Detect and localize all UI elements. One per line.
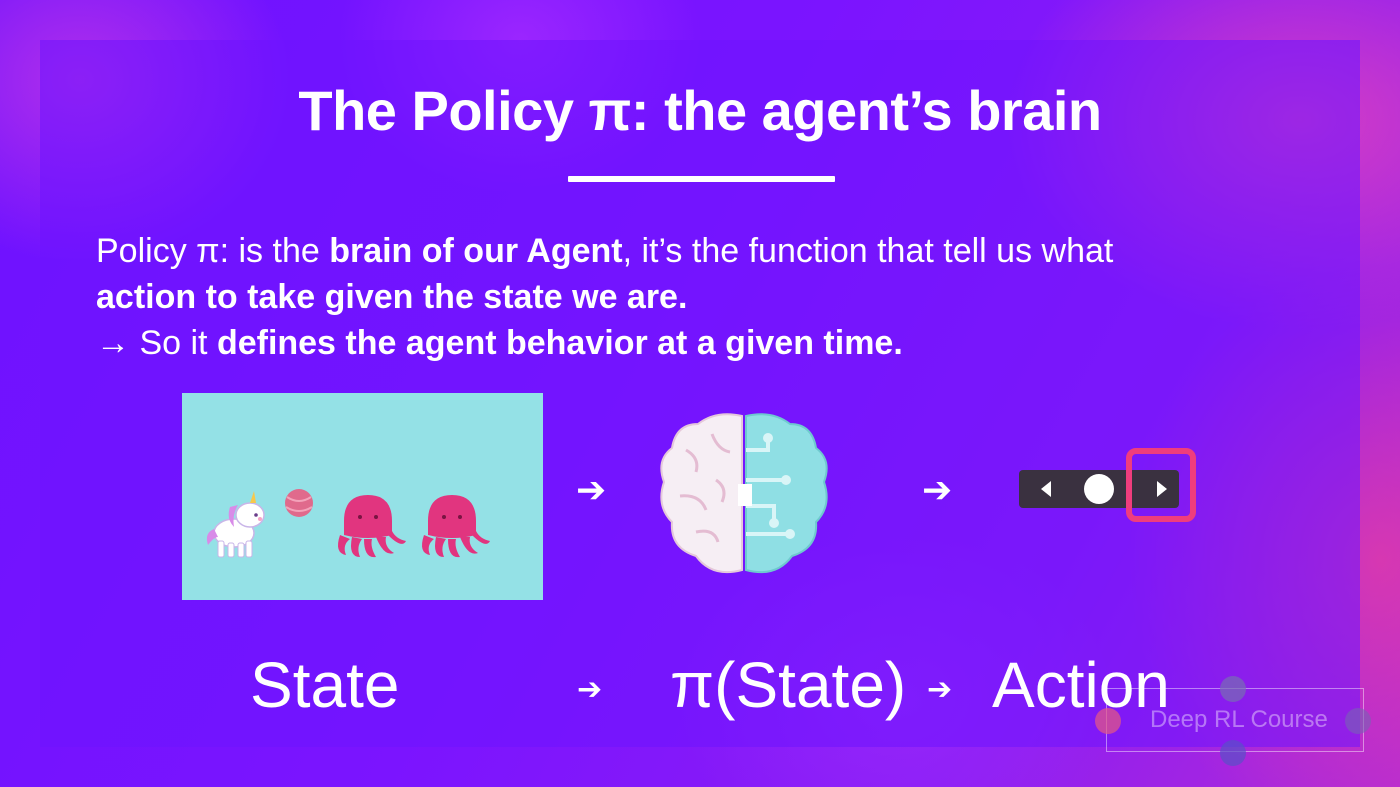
paragraph-line-1: Policy π: is the brain of our Agent, it’… [96,232,1114,270]
ball-icon [285,489,313,517]
policy-label: π(State) [670,649,907,721]
watermark-text: Deep RL Course [1150,706,1328,733]
policy-arrow: ➔ [927,672,953,707]
money-bag-icon [1095,708,1121,734]
state-scene-image [182,393,543,600]
left-arrow-icon [1041,481,1051,497]
unicorn-ball-octopus-icon [206,489,490,558]
heart-icon [1220,740,1246,766]
paragraph-line-3: → So it defines the agent behavior at a … [96,324,903,362]
slide-title: The Policy π: the agent’s brain [298,79,1102,142]
paragraph-line-2: action to take given the state we are. [96,278,688,316]
emphasis-brain: brain of our Agent [329,232,623,270]
joystick-icon [1345,708,1371,734]
flow-arrow-1: ➔ [576,470,607,511]
state-arrow: ➔ [577,672,603,707]
unicorn-icon [206,491,265,558]
state-label: State [250,649,400,721]
selected-action-highlight [1126,448,1196,522]
definition-paragraph: Policy π: is the brain of our Agent, it’… [96,228,1296,366]
octopus-icon [422,495,490,558]
selector-knob-icon [1084,474,1114,504]
robot-icon [1220,676,1246,702]
octopus-icon [338,495,406,558]
emphasis-behavior: defines the agent behavior at a given ti… [216,324,903,362]
title-underline [568,176,835,182]
flow-arrow-2: ➔ [922,470,953,511]
brain-circuit-icon [660,413,828,574]
